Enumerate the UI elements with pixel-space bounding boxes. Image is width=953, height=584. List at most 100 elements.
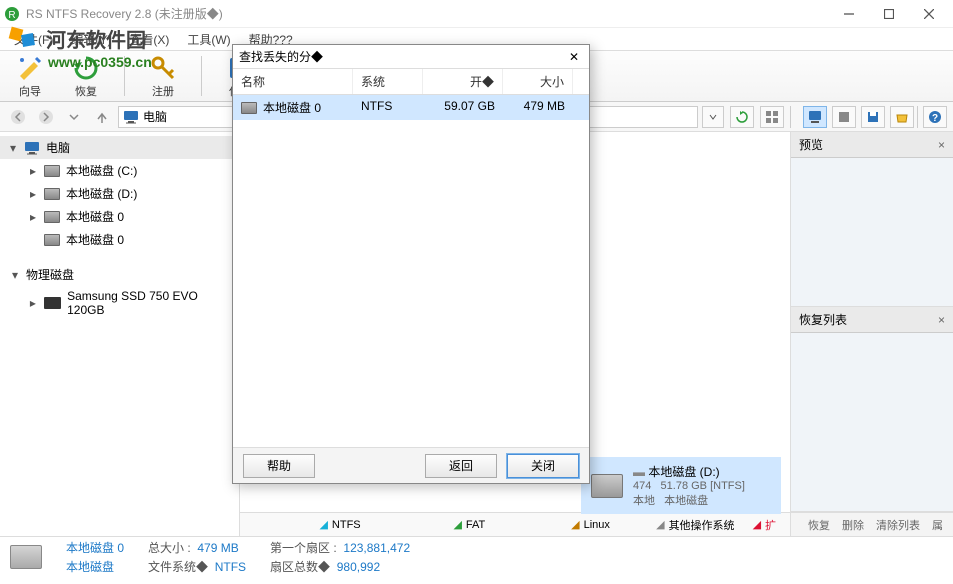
- minimize-button[interactable]: [829, 3, 869, 25]
- tree-spacer: [0, 251, 239, 263]
- caret-right-icon: ▸: [28, 298, 38, 308]
- tree-disk-0-a[interactable]: ▸ 本地磁盘 0: [0, 205, 239, 228]
- statusbar: 本地磁盘 0 本地磁盘 总大小 : 479 MB 文件系统◆ NTFS 第一个扇…: [0, 536, 953, 576]
- save-session-button[interactable]: [861, 106, 885, 128]
- legend-linux: ◢Linux: [495, 518, 618, 531]
- caret-right-icon: ▸: [28, 189, 38, 199]
- recovery-panel-header: 恢复列表 ×: [791, 307, 953, 333]
- maximize-button[interactable]: [869, 3, 909, 25]
- disk-item-id: 474: [633, 480, 651, 492]
- nav-forward-button[interactable]: [34, 105, 58, 129]
- dialog-help-button[interactable]: 帮助: [243, 454, 315, 478]
- tree-disk-0-a-label: 本地磁盘 0: [66, 208, 124, 225]
- svg-text:?: ?: [932, 113, 938, 124]
- disk-icon: [44, 188, 60, 200]
- right-panels: 预览 × 恢复列表 × 恢复 删除 清除列表 属: [791, 132, 953, 536]
- computer-icon: [24, 141, 40, 155]
- dialog-footer: 帮助 返回 关闭: [233, 447, 589, 483]
- status-first-sector-value: 123,881,472: [343, 541, 410, 555]
- dialog-close-button-footer[interactable]: 关闭: [507, 454, 579, 478]
- find-lost-partition-dialog: 查找丢失的分◆ ✕ 名称 系统 开◆ 大小 本地磁盘 0 NTFS 59.07 …: [232, 44, 590, 484]
- col-name[interactable]: 名称: [233, 69, 353, 94]
- dialog-close-button[interactable]: ✕: [565, 50, 583, 64]
- help-icon-button[interactable]: ?: [923, 106, 947, 128]
- key-icon: [149, 54, 177, 82]
- status-disk-type: 本地磁盘: [66, 558, 124, 575]
- recovery-actions: 恢复 删除 清除列表 属: [791, 512, 953, 536]
- preview-panel-close[interactable]: ×: [938, 138, 945, 152]
- refresh-button[interactable]: [730, 106, 754, 128]
- svg-text:R: R: [8, 10, 15, 21]
- disk-icon: [241, 102, 257, 114]
- col-system[interactable]: 系统: [353, 69, 423, 94]
- recover-label: 恢复: [75, 83, 97, 99]
- legend-other: ◢其他操作系统: [620, 517, 743, 533]
- view-options-button[interactable]: [760, 106, 784, 128]
- clear-action[interactable]: 清除列表: [876, 517, 920, 533]
- disk-item-sub2-label: 本地: [633, 495, 655, 507]
- recovery-panel-close[interactable]: ×: [938, 313, 945, 327]
- wizard-label: 向导: [19, 83, 41, 99]
- more-action[interactable]: 属: [932, 517, 943, 533]
- legend-ntfs: ◢NTFS: [246, 518, 369, 531]
- col-size[interactable]: 大小: [503, 69, 573, 94]
- fs-legend: ◢NTFS ◢FAT ◢Linux ◢其他操作系统 ◢扩: [240, 512, 790, 536]
- disk-list-item[interactable]: ▬ 本地磁盘 (D:) 474 51.78 GB [NTFS] 本地 本地磁盘: [581, 457, 781, 512]
- dialog-table-body: 本地磁盘 0 NTFS 59.07 GB 479 MB: [233, 95, 589, 447]
- dialog-title: 查找丢失的分◆: [239, 48, 323, 65]
- row-system: NTFS: [353, 95, 423, 120]
- disk-item-title: ▬ 本地磁盘 (D:): [633, 463, 745, 480]
- tree-ssd-label: Samsung SSD 750 EVO 120GB: [67, 289, 233, 317]
- nav-up-button[interactable]: [90, 105, 114, 129]
- tree-disk-0-b[interactable]: ▸ 本地磁盘 0: [0, 228, 239, 251]
- menu-file[interactable]: 文件(F): [6, 29, 61, 50]
- row-name: 本地磁盘 0: [263, 99, 321, 116]
- delete-action[interactable]: 删除: [842, 517, 864, 533]
- tree-ssd[interactable]: ▸ Samsung SSD 750 EVO 120GB: [0, 286, 239, 320]
- close-button[interactable]: [909, 3, 949, 25]
- tree-physical-label: 物理磁盘: [26, 266, 74, 283]
- window-title: RS NTFS Recovery 2.8 (未注册版◆): [26, 5, 829, 22]
- caret-right-icon: ▸: [28, 166, 38, 176]
- preview-panel-body: [791, 158, 953, 307]
- info-toggle-button[interactable]: [832, 106, 856, 128]
- status-total-size-label: 总大小 :: [148, 541, 191, 555]
- wizard-icon: [16, 54, 44, 82]
- menu-view[interactable]: 查看(X): [121, 29, 177, 50]
- preview-panel-header: 预览 ×: [791, 132, 953, 158]
- row-open: 59.07 GB: [423, 95, 503, 120]
- nav-back-button[interactable]: [6, 105, 30, 129]
- col-open[interactable]: 开◆: [423, 69, 503, 94]
- preview-panel-title: 预览: [799, 136, 823, 153]
- menu-tools[interactable]: 工具(W): [179, 29, 238, 50]
- tree-disk-d[interactable]: ▸ 本地磁盘 (D:): [0, 182, 239, 205]
- titlebar: R RS NTFS Recovery 2.8 (未注册版◆): [0, 0, 953, 28]
- tree-physical-header[interactable]: ▾ 物理磁盘: [0, 263, 239, 286]
- wizard-button[interactable]: 向导: [8, 52, 52, 101]
- recover-action[interactable]: 恢复: [808, 517, 830, 533]
- disk-icon: [44, 165, 60, 177]
- caret-right-icon: ▸: [28, 212, 38, 222]
- tree-panel: ▾ 电脑 ▸ 本地磁盘 (C:) ▸ 本地磁盘 (D:) ▸ 本地磁盘 0 ▸ …: [0, 132, 240, 536]
- table-row[interactable]: 本地磁盘 0 NTFS 59.07 GB 479 MB: [233, 95, 589, 120]
- nav-history-button[interactable]: [62, 105, 86, 129]
- legend-fat: ◢FAT: [371, 518, 494, 531]
- tree-disk-c[interactable]: ▸ 本地磁盘 (C:): [0, 159, 239, 182]
- caret-down-icon: ▾: [10, 270, 20, 280]
- register-button[interactable]: 注册: [141, 52, 185, 101]
- tree-disk-c-label: 本地磁盘 (C:): [66, 162, 137, 179]
- tree-computer-header[interactable]: ▾ 电脑: [0, 136, 239, 159]
- computer-icon: [123, 110, 139, 124]
- status-total-sectors-label: 扇区总数◆: [270, 560, 330, 574]
- menu-edit[interactable]: 编辑(Y): [63, 29, 119, 50]
- ssd-icon: [44, 297, 61, 309]
- recover-button[interactable]: 恢复: [64, 52, 108, 101]
- dialog-titlebar: 查找丢失的分◆ ✕: [233, 45, 589, 69]
- status-disk-icon: [10, 545, 42, 569]
- preview-toggle-button[interactable]: [803, 106, 827, 128]
- dialog-back-button[interactable]: 返回: [425, 454, 497, 478]
- open-session-button[interactable]: [890, 106, 914, 128]
- legend-ext: ◢扩: [745, 517, 784, 533]
- nav-separator: [790, 106, 791, 128]
- address-dropdown[interactable]: [702, 106, 724, 128]
